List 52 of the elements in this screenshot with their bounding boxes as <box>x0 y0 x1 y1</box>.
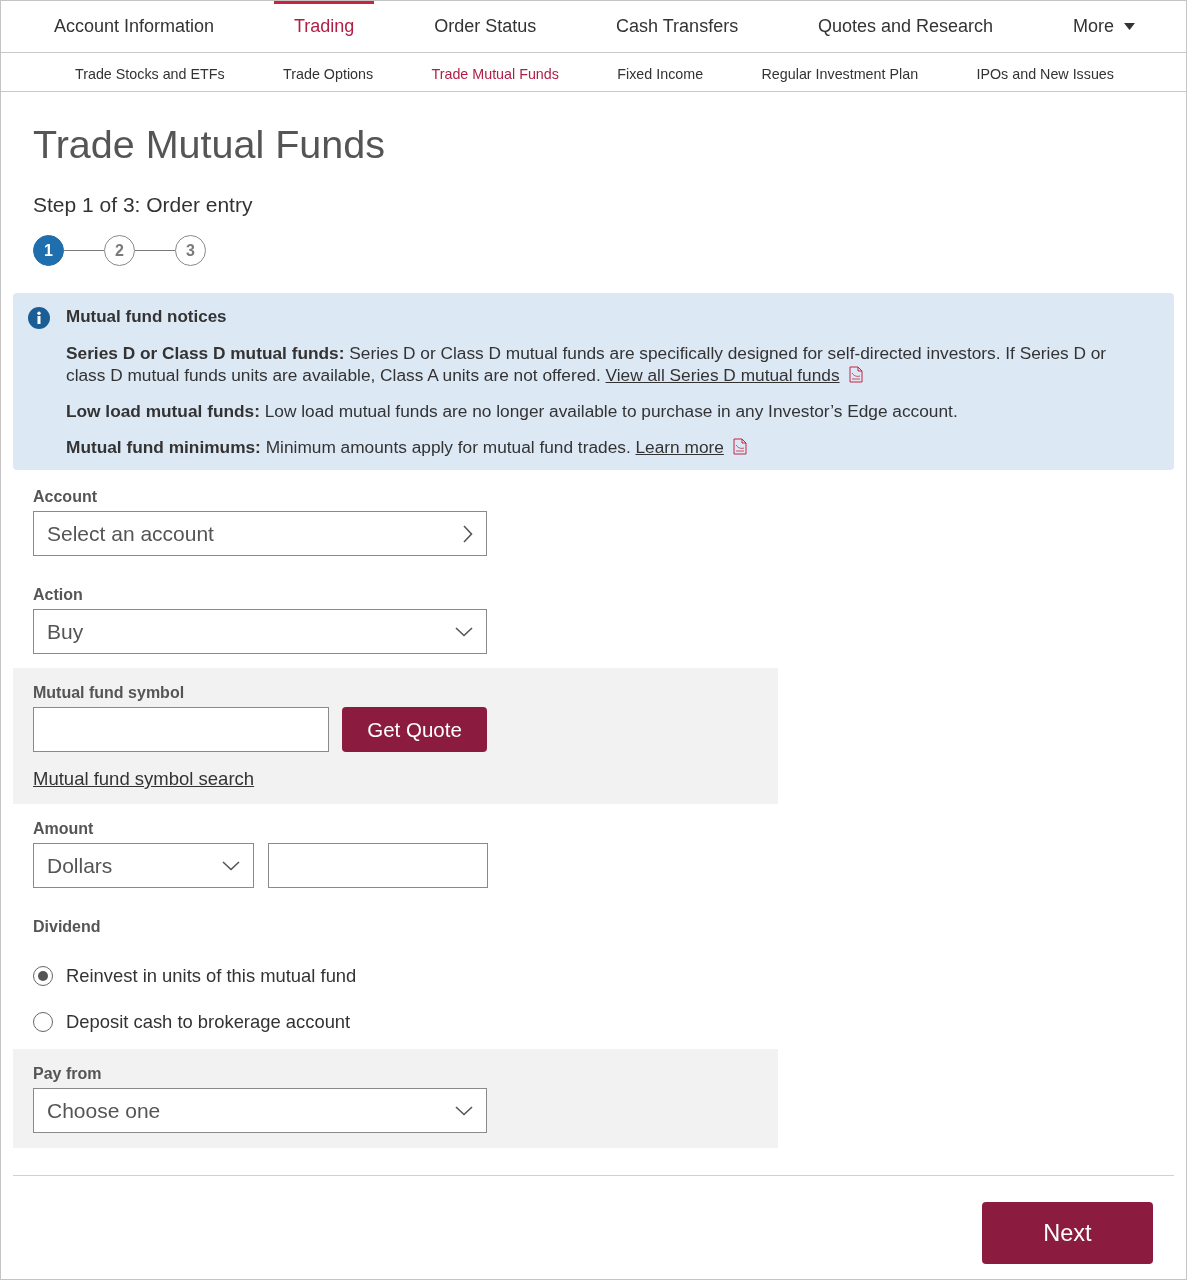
unit-select[interactable]: Dollars <box>33 843 254 888</box>
page-title: Trade Mutual Funds <box>33 121 386 168</box>
document-icon <box>848 366 863 383</box>
chevron-down-icon <box>455 1105 473 1116</box>
radio-label[interactable]: Reinvest in units of this mutual fund <box>66 965 357 987</box>
field-label: Mutual fund symbol <box>33 684 185 702</box>
get-quote-button[interactable]: Get Quote <box>342 707 487 752</box>
nav-tab[interactable]: Cash Transfers <box>596 1 759 52</box>
sub-nav-link[interactable]: Trade Mutual Funds <box>431 66 559 82</box>
sub-nav-link[interactable]: Fixed Income <box>617 66 704 82</box>
info-icon <box>28 307 50 329</box>
chevron-down-icon <box>222 860 240 871</box>
document-icon <box>732 438 747 455</box>
step-connector <box>135 249 175 252</box>
step-marker: 3 <box>175 235 206 266</box>
radio-button[interactable] <box>33 1012 53 1032</box>
notice-link[interactable]: Learn more <box>635 437 724 457</box>
step-label: Step 1 of 3: Order entry <box>33 193 254 217</box>
account-picker[interactable]: Select an account <box>33 511 487 556</box>
sub-nav-link[interactable]: Trade Options <box>283 66 374 82</box>
chevron-down-icon <box>455 626 473 637</box>
dropdown-select[interactable]: Choose one <box>33 1088 487 1133</box>
chevron-right-icon <box>463 524 473 543</box>
notice-paragraph: Mutual fund minimums: Minimum amounts apply for mutual fund trades. Learn more <box>66 436 1112 458</box>
field-label: Pay from <box>33 1065 102 1083</box>
field-label: Dividend <box>33 918 101 936</box>
nav-tab[interactable]: Quotes and Research <box>798 1 1014 52</box>
notice-link[interactable]: View all Series D mutual funds <box>605 365 840 385</box>
notice-title: Mutual fund notices <box>66 307 228 327</box>
symbol-input[interactable] <box>33 707 329 752</box>
step-connector <box>64 249 104 252</box>
field-label: Action <box>33 586 83 604</box>
field-label: Account <box>33 488 97 506</box>
step-marker: 2 <box>104 235 135 266</box>
field-label: Amount <box>33 820 94 838</box>
sub-nav-link[interactable]: IPOs and New Issues <box>976 66 1114 82</box>
step-marker: 1 <box>33 235 64 266</box>
nav-tab[interactable]: More <box>1052 1 1155 52</box>
notice-paragraph: Low load mutual funds: Low load mutual funds are no longer available to purchase in any Investor’s Edge account. <box>66 400 959 422</box>
amount-input[interactable] <box>268 843 488 888</box>
nav-tab[interactable]: Order Status <box>414 1 557 52</box>
radio-button[interactable] <box>33 966 53 986</box>
caret-down-icon <box>1124 23 1135 30</box>
next-button[interactable]: Next <box>982 1202 1153 1264</box>
dropdown-select[interactable]: Buy <box>33 609 487 654</box>
radio-label[interactable]: Deposit cash to brokerage account <box>66 1011 351 1033</box>
sub-nav-link[interactable]: Regular Investment Plan <box>761 66 919 82</box>
nav-tab[interactable]: Trading <box>273 1 375 52</box>
nav-tab[interactable]: Account Information <box>34 1 235 52</box>
sub-nav-link[interactable]: Trade Stocks and ETFs <box>75 66 225 82</box>
symbol-search-link[interactable]: Mutual fund symbol search <box>33 769 255 789</box>
notice-paragraph: Series D or Class D mutual funds: Series D or Class D mutual funds are specifically designed for self-directed investors. If Series D or class D mutual funds units are available, Class A units are not offered. View all Series D mutual funds <box>66 342 1108 386</box>
